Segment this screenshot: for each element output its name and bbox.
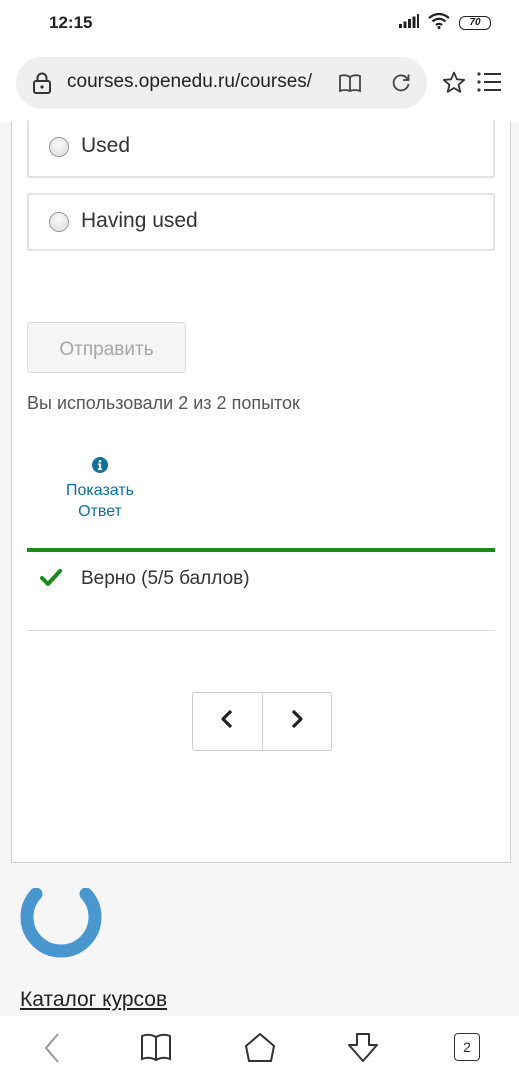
lock-icon	[32, 72, 52, 99]
menu-icon[interactable]	[477, 72, 501, 97]
bookmarks-icon[interactable]	[140, 1032, 172, 1067]
result-status-bar	[27, 548, 495, 552]
previous-button[interactable]	[193, 693, 263, 750]
show-answer-label-line2: Ответ	[78, 503, 122, 520]
next-button[interactable]	[263, 693, 332, 750]
radio-button[interactable]	[49, 137, 69, 157]
attempts-text: Вы использовали 2 из 2 попыток	[27, 393, 300, 413]
chevron-left-icon	[220, 709, 234, 734]
wifi-icon	[428, 12, 450, 34]
chevron-right-icon	[290, 709, 304, 734]
problem-card: Used Having used Отправить Вы использова…	[11, 120, 511, 863]
checkmark-icon	[40, 569, 62, 592]
status-bar: 12:15 70	[0, 0, 519, 48]
status-time: 12:15	[49, 13, 93, 32]
download-icon[interactable]	[346, 1032, 380, 1069]
url-text[interactable]: courses.openedu.ru/courses/	[67, 71, 327, 93]
battery-icon: 70	[459, 16, 491, 30]
option-label: Having used	[81, 209, 198, 232]
reader-mode-icon[interactable]	[338, 73, 362, 98]
tabs-icon[interactable]: 2	[454, 1033, 480, 1061]
home-icon[interactable]	[244, 1032, 276, 1069]
result-text: Верно (5/5 баллов)	[81, 568, 250, 589]
answer-option[interactable]: Used	[27, 120, 495, 178]
signal-icon	[399, 13, 419, 33]
course-catalog-link[interactable]: Каталог курсов	[20, 988, 167, 1012]
back-icon[interactable]	[42, 1032, 62, 1069]
star-icon[interactable]	[442, 71, 466, 99]
browser-bottom-nav: 2	[0, 1016, 519, 1080]
reload-icon[interactable]	[390, 72, 412, 99]
show-answer-button[interactable]: Показать Ответ	[48, 457, 152, 522]
address-bar[interactable]: courses.openedu.ru/courses/	[16, 57, 427, 109]
browser-toolbar: courses.openedu.ru/courses/	[0, 48, 519, 122]
unit-navigation	[192, 692, 332, 751]
submit-button[interactable]: Отправить	[27, 322, 186, 373]
radio-button[interactable]	[49, 212, 69, 232]
answer-option[interactable]: Having used	[27, 193, 495, 251]
info-icon	[48, 457, 152, 479]
option-label: Used	[81, 134, 131, 157]
show-answer-label-line1: Показать	[65, 482, 134, 499]
status-icons: 70	[399, 12, 491, 34]
openedu-logo[interactable]	[18, 887, 104, 969]
divider	[27, 630, 495, 631]
